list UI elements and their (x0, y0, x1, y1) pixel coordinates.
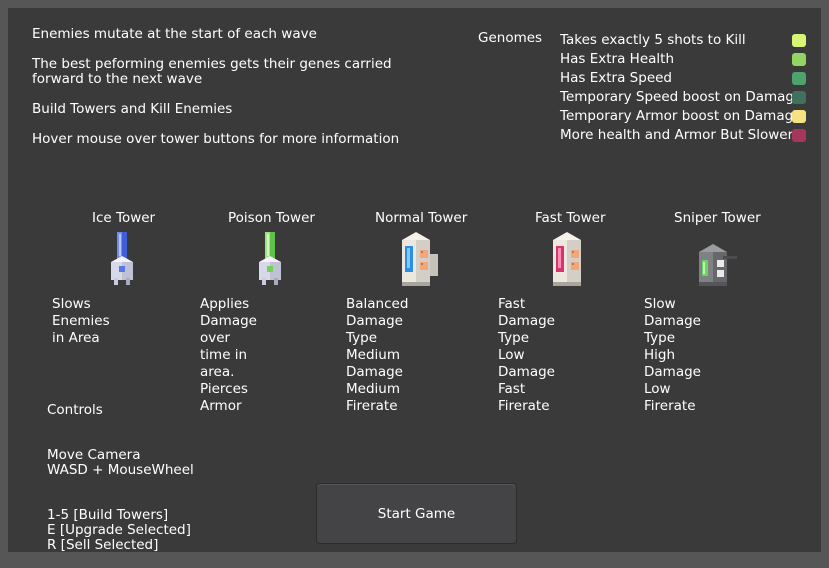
start-game-button[interactable]: Start Game (316, 483, 517, 544)
tower-name: Ice Tower (92, 210, 156, 226)
genome-item: Temporary Speed boost on Damage (560, 89, 808, 108)
intro-genes-text: The best peforming enemies gets their ge… (32, 56, 392, 87)
main-menu-panel: Enemies mutate at the start of each wave… (8, 8, 821, 553)
controls-title: Controls (47, 402, 103, 418)
ice-tower-icon (105, 230, 145, 294)
controls-camera-text: Move Camera WASD + MouseWheel (47, 447, 194, 478)
sniper-tower-icon (693, 230, 741, 294)
genome-label: Temporary Armor boost on Damage (560, 108, 802, 124)
genome-color-swatch (792, 34, 806, 47)
genome-label: Takes exactly 5 shots to Kill (560, 32, 746, 48)
normal-tower-icon (396, 230, 444, 294)
genome-color-swatch (792, 91, 806, 104)
tower-name: Normal Tower (375, 210, 468, 226)
tower-description: Slow Damage Type High Damage Low Firerat… (644, 296, 701, 414)
genome-item: More health and Armor But Slower (560, 127, 808, 146)
genomes-title: Genomes (478, 30, 543, 46)
tower-name: Sniper Tower (674, 210, 761, 226)
genome-color-swatch (792, 129, 806, 142)
genome-label: Has Extra Health (560, 51, 675, 67)
intro-hover-text: Hover mouse over tower buttons for more … (32, 131, 400, 147)
intro-mutation-text: Enemies mutate at the start of each wave (32, 26, 317, 42)
tower-name: Fast Tower (535, 210, 606, 226)
fast-tower-icon (547, 230, 595, 294)
controls-keys-text: 1-5 [Build Towers] E [Upgrade Selected] … (47, 507, 191, 553)
controls-section: Controls Move Camera WASD + MouseWheel 1… (47, 388, 194, 568)
genome-item: Temporary Armor boost on Damage (560, 108, 808, 127)
genome-label: Has Extra Speed (560, 70, 672, 86)
genome-legend: Takes exactly 5 shots to Kill Has Extra … (560, 32, 808, 146)
tower-name: Poison Tower (228, 210, 315, 226)
genome-item: Has Extra Speed (560, 70, 808, 89)
poison-tower-icon (253, 230, 293, 294)
tower-description: Fast Damage Type Low Damage Fast Firerat… (498, 296, 555, 414)
genome-color-swatch (792, 53, 806, 66)
tower-description: Balanced Damage Type Medium Damage Mediu… (346, 296, 409, 414)
genome-item: Has Extra Health (560, 51, 808, 70)
genome-label: Temporary Speed boost on Damage (560, 89, 803, 105)
tower-description: Slows Enemies in Area (52, 296, 110, 346)
genome-color-swatch (792, 72, 806, 85)
tower-description: Applies Damage over time in area. Pierce… (200, 296, 257, 414)
intro-build-text: Build Towers and Kill Enemies (32, 101, 233, 117)
genome-label: More health and Armor But Slower (560, 127, 794, 143)
genome-item: Takes exactly 5 shots to Kill (560, 32, 808, 51)
genome-color-swatch (792, 110, 806, 123)
